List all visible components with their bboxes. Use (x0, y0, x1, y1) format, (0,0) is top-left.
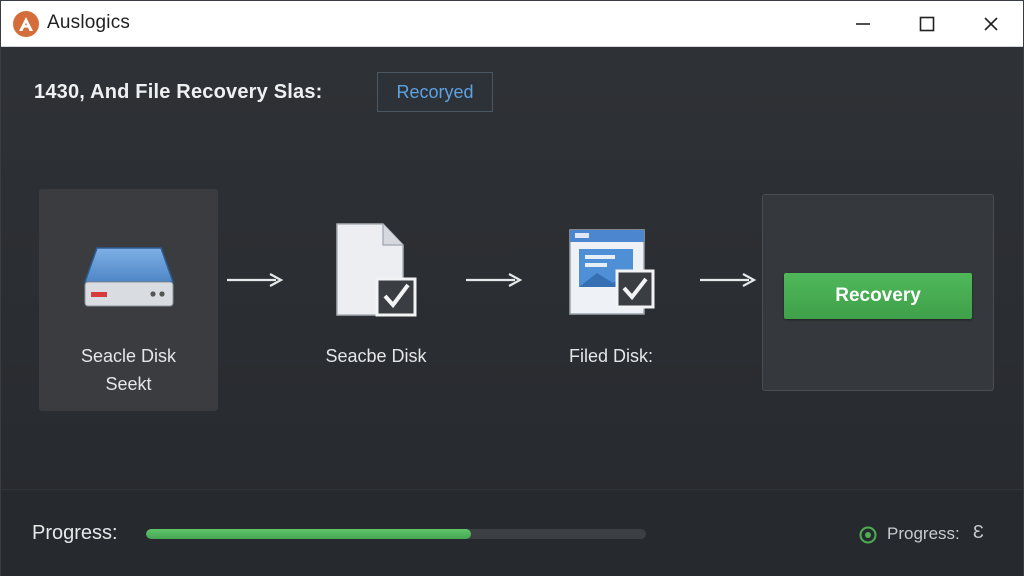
close-icon (984, 16, 998, 31)
step-card-select-disk[interactable]: Seacle Disk Seekt (39, 189, 218, 411)
step-label-line1: Seacle Disk (80, 346, 177, 366)
title-bar[interactable]: Auslogics (1, 1, 1023, 47)
app-logo-icon (13, 11, 39, 37)
minimize-button[interactable] (833, 1, 893, 46)
step-label-search-disk: Seacbe Disk (325, 346, 427, 366)
progress-label: Progress: (32, 522, 118, 544)
progress-bar-fill (146, 529, 471, 539)
progress-bar (146, 529, 646, 539)
arrow-right-icon (466, 273, 523, 287)
recovery-panel: Recovery (762, 194, 994, 391)
step-label-select-disk: Seacle Disk Seekt (39, 342, 218, 398)
close-button[interactable] (961, 1, 1021, 46)
maximize-button[interactable] (897, 1, 957, 46)
arrow-right-icon (700, 273, 757, 287)
minimize-icon (856, 22, 870, 25)
document-check-icon (336, 223, 417, 317)
scan-summary-label: 1430, And File Recovery Slas: (34, 81, 323, 103)
status-value: Ɛ (973, 522, 984, 542)
recovered-badge[interactable]: Recoryed (377, 72, 493, 112)
hard-drive-icon (83, 247, 175, 307)
maximize-icon (919, 16, 935, 31)
recovery-button[interactable]: Recovery (784, 273, 972, 319)
step-label-line2: Seekt (105, 374, 152, 394)
image-file-check-icon (569, 229, 655, 315)
step-label-filed-disk: Filed Disk: (568, 346, 653, 366)
app-title: Auslogics (47, 12, 131, 33)
app-window: Auslogics 1430, And File Recovery Slas: … (0, 0, 1024, 576)
arrow-right-icon (227, 273, 284, 287)
status-label: Progress: (887, 524, 960, 543)
status-indicator-icon (859, 526, 877, 544)
status-footer: Progress: Progress: Ɛ (1, 489, 1023, 576)
